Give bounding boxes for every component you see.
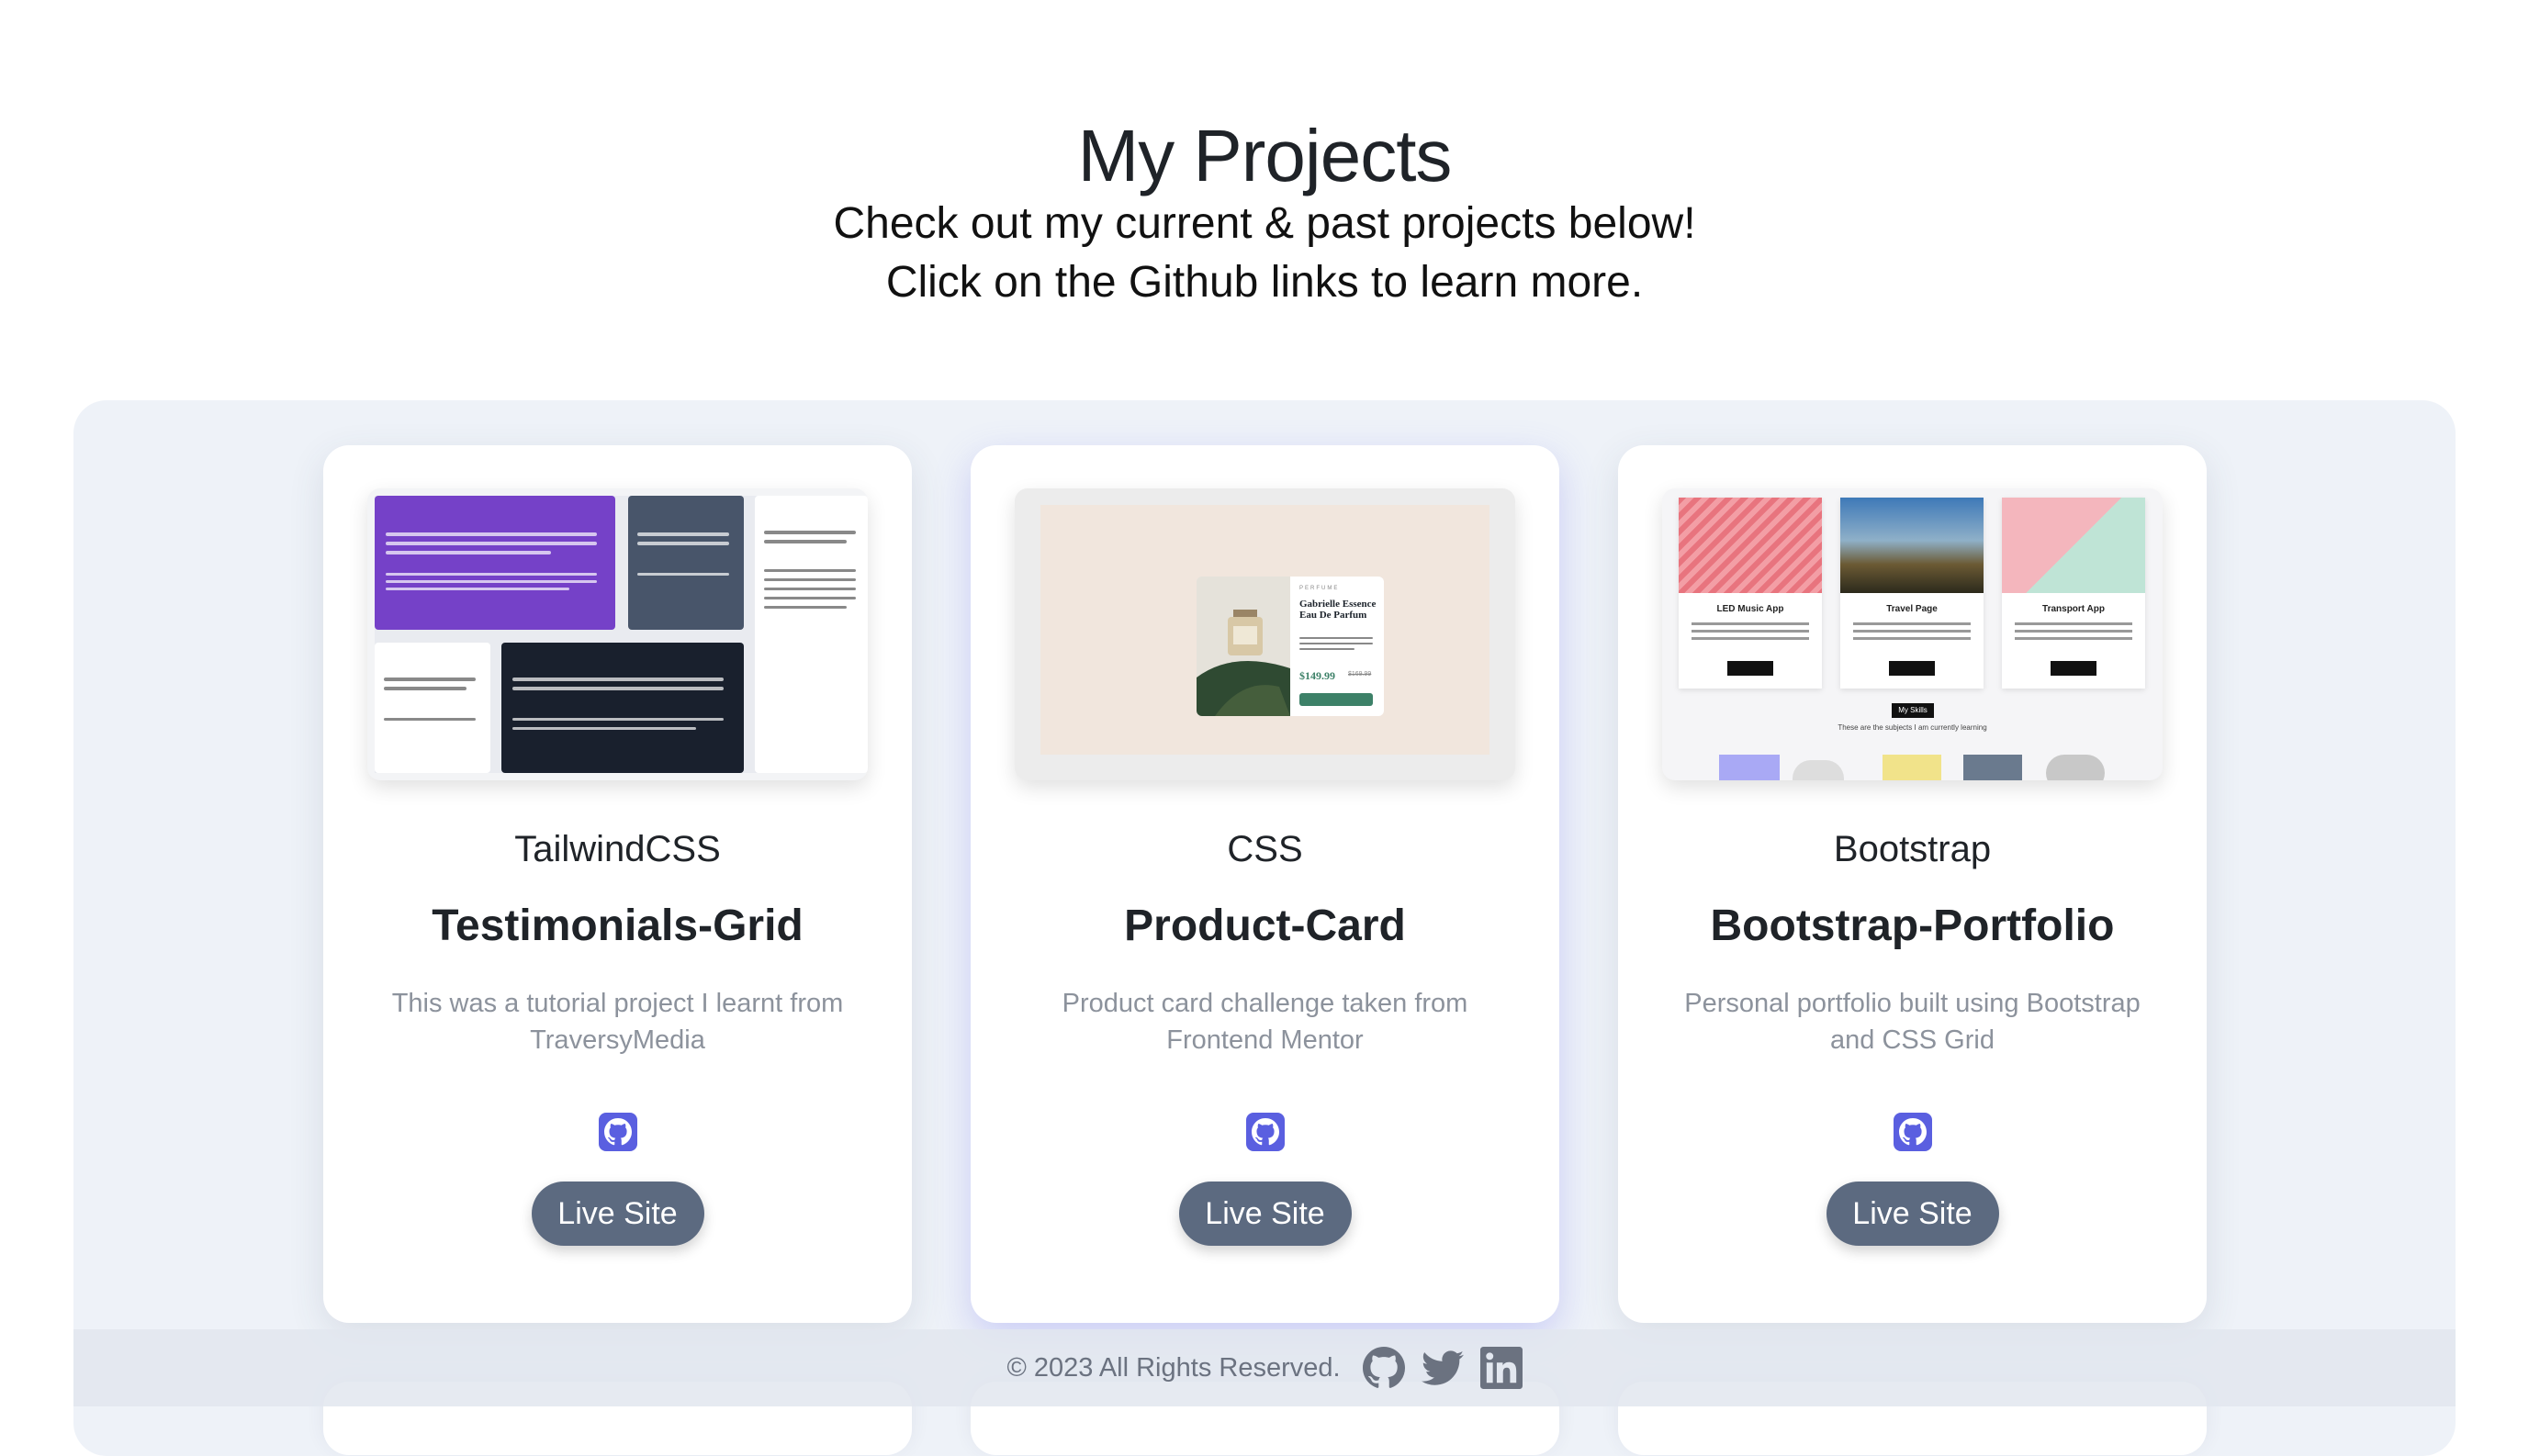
page-title: My Projects (1077, 114, 1453, 196)
project-card-bootstrap-portfolio: LED Music App Travel Page Transport App … (1618, 445, 2207, 1323)
thumb-skills-label: My Skills (1892, 703, 1934, 718)
project-thumbnail[interactable] (367, 488, 868, 780)
product-price: $149.99 (1299, 669, 1335, 682)
github-icon[interactable] (598, 1113, 637, 1151)
live-site-button[interactable]: Live Site (1178, 1182, 1352, 1246)
project-thumbnail[interactable]: LED Music App Travel Page Transport App … (1662, 488, 2163, 780)
project-tech: CSS (1227, 829, 1303, 869)
intro-line-2: Click on the Github links to learn more. (885, 258, 1644, 307)
project-title: Product-Card (1124, 902, 1406, 950)
linkedin-icon[interactable] (1479, 1347, 1523, 1389)
copyright-text: © 2023 All Rights Reserved. (1006, 1352, 1341, 1383)
intro-line-1: Check out my current & past projects bel… (833, 199, 1696, 248)
live-site-button[interactable]: Live Site (531, 1182, 704, 1246)
project-description: Personal portfolio built using Bootstrap… (1684, 989, 2141, 1055)
footer: © 2023 All Rights Reserved. (73, 1329, 2456, 1406)
twitter-icon[interactable] (1421, 1347, 1464, 1389)
github-icon[interactable] (1362, 1347, 1405, 1389)
live-site-button[interactable]: Live Site (1826, 1182, 1999, 1246)
product-name: Gabrielle Essence Eau De Parfum (1299, 599, 1377, 621)
product-category: PERFUME (1299, 586, 1340, 591)
project-card-testimonials-grid: TailwindCSS Testimonials-Grid This was a… (323, 445, 912, 1323)
intro-text: Check out my current & past projects bel… (0, 195, 2529, 312)
project-title: Testimonials-Grid (432, 902, 804, 950)
project-title: Bootstrap-Portfolio (1710, 902, 2115, 950)
project-description: This was a tutorial project I learnt fro… (391, 989, 844, 1055)
project-card-product-card: PERFUME Gabrielle Essence Eau De Parfum … (971, 445, 1559, 1323)
thumb-skills-text: These are the subjects I am currently le… (1838, 723, 1987, 732)
github-icon[interactable] (1245, 1113, 1285, 1151)
product-old-price: $169.99 (1348, 671, 1372, 678)
thumb-card-label: Transport App (2042, 604, 2105, 614)
project-thumbnail[interactable]: PERFUME Gabrielle Essence Eau De Parfum … (1015, 488, 1515, 780)
project-tech: TailwindCSS (514, 829, 721, 869)
thumb-card-label: LED Music App (1716, 604, 1784, 614)
project-description: Product card challenge taken from Fronte… (1062, 989, 1468, 1055)
github-icon[interactable] (1893, 1113, 1932, 1151)
project-tech: Bootstrap (1833, 829, 1992, 869)
thumb-card-label: Travel Page (1886, 604, 1938, 614)
